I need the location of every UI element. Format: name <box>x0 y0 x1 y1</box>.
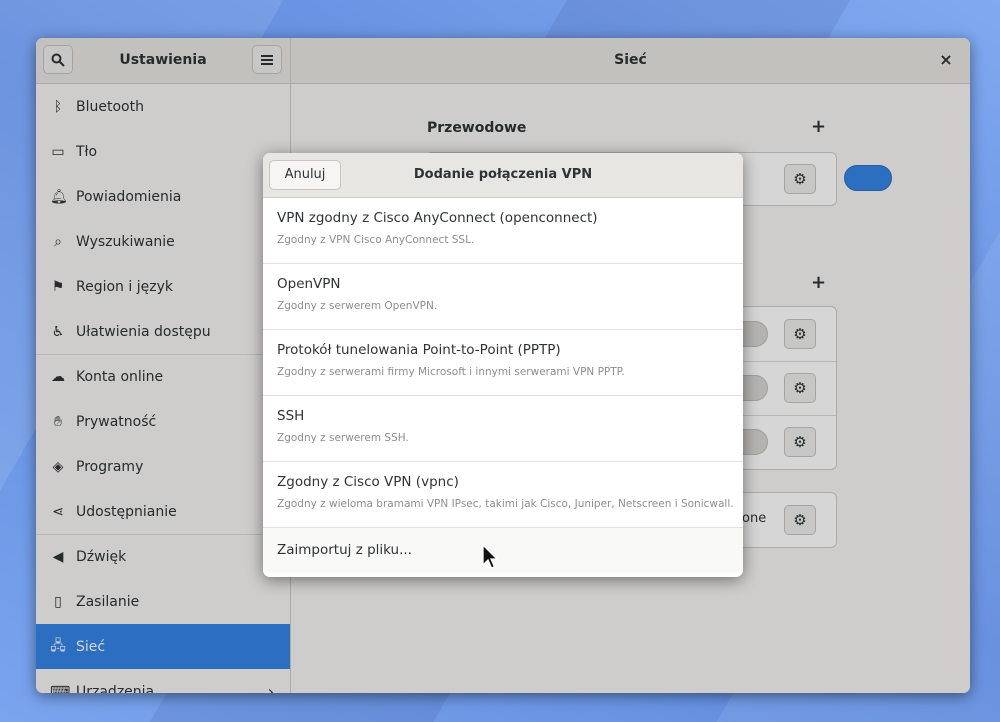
vpn-option-desc: Zgodny z serwerem SSH. <box>277 432 409 444</box>
vpn-option-ssh[interactable]: SSH Zgodny z serwerem SSH. <box>263 396 743 462</box>
vpn-option-name: SSH <box>277 408 305 424</box>
import-from-file-button[interactable]: Zaimportuj z pliku... <box>263 528 743 573</box>
vpn-option-name: Zgodny z Cisco VPN (vpnc) <box>277 474 459 490</box>
vpn-option-pptp[interactable]: Protokół tunelowania Point-to-Point (PPT… <box>263 330 743 396</box>
vpn-option-desc: Zgodny z serwerem OpenVPN. <box>277 300 438 312</box>
vpn-option-desc: Zgodny z VPN Cisco AnyConnect SSL. <box>277 234 475 246</box>
vpn-option-openvpn[interactable]: OpenVPN Zgodny z serwerem OpenVPN. <box>263 264 743 330</box>
dialog-header: Anuluj Dodanie połączenia VPN <box>263 153 743 198</box>
vpn-option-name: VPN zgodny z Cisco AnyConnect (openconne… <box>277 210 598 226</box>
vpn-option-openconnect[interactable]: VPN zgodny z Cisco AnyConnect (openconne… <box>263 198 743 264</box>
add-vpn-dialog: Anuluj Dodanie połączenia VPN VPN zgodny… <box>263 153 743 577</box>
dialog-title: Dodanie połączenia VPN <box>413 167 593 182</box>
vpn-option-name: Protokół tunelowania Point-to-Point (PPT… <box>277 342 561 358</box>
vpn-option-desc: Zgodny z wieloma bramami VPN IPsec, taki… <box>277 498 734 510</box>
vpn-option-name: OpenVPN <box>277 276 341 292</box>
cancel-button[interactable]: Anuluj <box>269 160 341 190</box>
vpn-option-desc: Zgodny z serwerami firmy Microsoft i inn… <box>277 366 625 378</box>
vpn-option-vpnc[interactable]: Zgodny z Cisco VPN (vpnc) Zgodny z wielo… <box>263 462 743 528</box>
mouse-cursor-icon <box>482 544 498 569</box>
